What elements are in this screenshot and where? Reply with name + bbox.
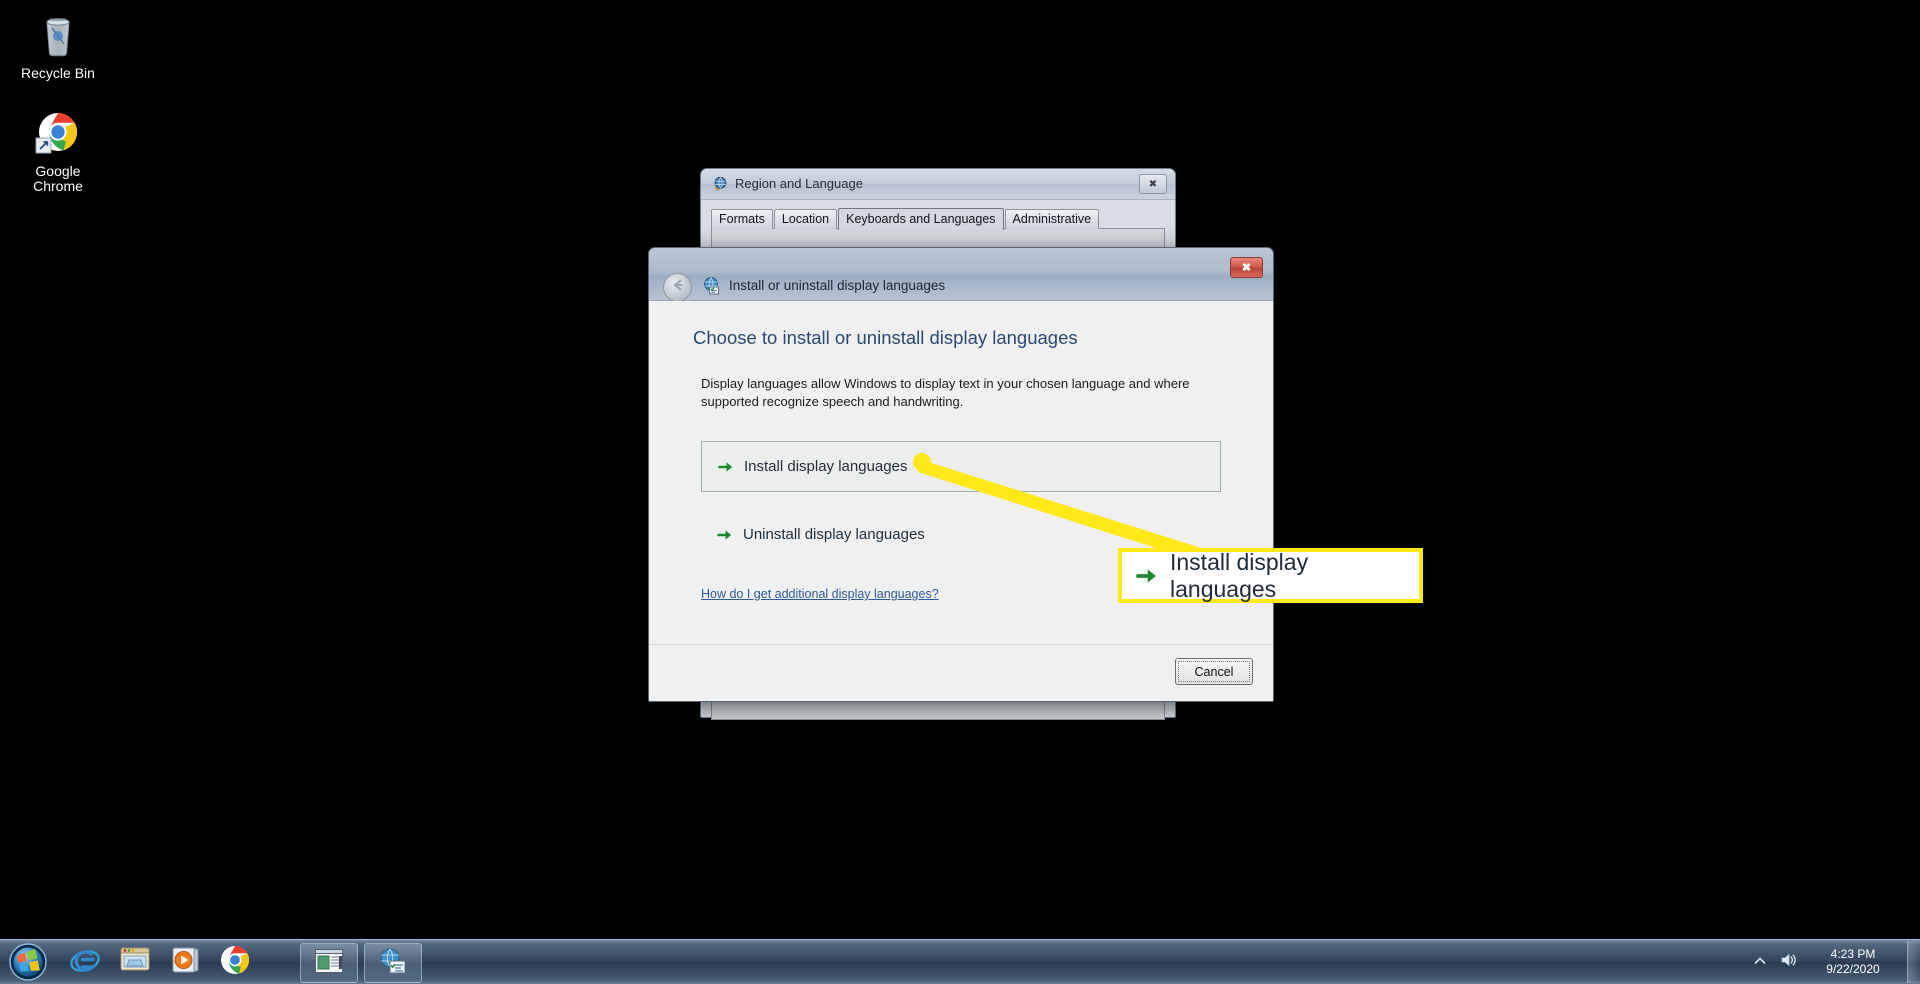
green-arrow-icon	[1136, 565, 1158, 587]
windows-media-player-icon	[170, 945, 200, 980]
dialog-description: Display languages allow Windows to displ…	[701, 376, 1190, 409]
desktop-icon-label: Recycle Bin	[21, 65, 95, 81]
show-desktop-button[interactable]	[1907, 941, 1920, 983]
dialog-footer: Cancel	[649, 644, 1273, 701]
uninstall-display-languages-option[interactable]: Uninstall display languages	[701, 526, 1229, 543]
system-tray: 4:23 PM 9/22/2020	[1747, 940, 1920, 984]
taskbar-internet-explorer[interactable]	[62, 944, 108, 980]
region-window-title: Region and Language	[735, 176, 863, 191]
back-button[interactable]	[663, 273, 692, 302]
taskbar: 4:23 PM 9/22/2020	[0, 939, 1920, 984]
cancel-button-label: Cancel	[1194, 664, 1234, 679]
chevron-up-icon	[1754, 953, 1766, 971]
taskbar-windows-media-player[interactable]	[162, 944, 208, 980]
close-icon: ✖	[1241, 262, 1252, 274]
back-arrow-icon	[670, 277, 686, 298]
globe-icon	[713, 176, 729, 192]
region-tabs: Formats Location Keyboards and Languages…	[711, 208, 1165, 230]
recycle-bin-icon	[34, 10, 82, 60]
taskbar-windows-explorer[interactable]	[112, 944, 158, 980]
annotation-callout-label: Install display languages	[1170, 548, 1309, 602]
close-icon: ✖	[1148, 178, 1158, 190]
google-chrome-icon	[34, 108, 82, 158]
annotation-callout: Install display languages	[1118, 548, 1423, 603]
tab-administrative[interactable]: Administrative	[1004, 209, 1100, 229]
dialog-close-button[interactable]: ✖	[1230, 257, 1263, 278]
green-arrow-icon	[718, 459, 734, 475]
taskbar-window-region-language[interactable]	[364, 943, 422, 983]
dialog-header-title: Install or uninstall display languages	[729, 278, 946, 293]
cancel-button[interactable]: Cancel	[1175, 658, 1253, 685]
start-button[interactable]	[2, 941, 54, 983]
tab-keyboards-and-languages[interactable]: Keyboards and Languages	[838, 208, 1004, 230]
taskbar-window-explorer[interactable]	[300, 943, 358, 983]
windows-explorer-icon	[119, 945, 151, 980]
dialog-header: Install or uninstall display languages ✖	[649, 248, 1273, 302]
region-window-titlebar[interactable]: Region and Language ✖	[701, 169, 1175, 200]
speaker-icon	[1780, 952, 1798, 973]
dialog-heading: Choose to install or uninstall display l…	[693, 327, 1078, 348]
install-display-languages-option[interactable]: Install display languages	[701, 441, 1221, 492]
tab-formats[interactable]: Formats	[711, 209, 773, 229]
clock-time: 4:23 PM	[1830, 947, 1876, 961]
google-chrome-icon	[219, 944, 251, 981]
tab-location[interactable]: Location	[773, 209, 838, 229]
window-button-region-language-icon	[378, 947, 408, 980]
show-hidden-icons-button[interactable]	[1747, 940, 1773, 984]
desktop-icon-label: Google Chrome	[33, 163, 83, 194]
install-uninstall-display-languages-dialog[interactable]: Install or uninstall display languages ✖…	[648, 247, 1274, 702]
window-button-explorer-icon	[314, 948, 344, 979]
clock[interactable]: 4:23 PM 9/22/2020	[1805, 947, 1901, 977]
install-display-languages-label: Install display languages	[744, 458, 908, 475]
region-window-close-button[interactable]: ✖	[1139, 174, 1167, 194]
desktop-icon-google-chrome[interactable]: Google Chrome	[8, 108, 108, 194]
desktop-icon-recycle-bin[interactable]: Recycle Bin	[8, 10, 108, 81]
taskbar-google-chrome[interactable]	[212, 944, 258, 980]
uninstall-display-languages-label: Uninstall display languages	[743, 526, 925, 543]
green-arrow-icon	[717, 527, 733, 543]
internet-explorer-icon	[69, 944, 101, 981]
additional-display-languages-link[interactable]: How do I get additional display language…	[701, 587, 939, 601]
clock-date: 9/22/2020	[1826, 962, 1880, 976]
language-globe-icon	[702, 276, 722, 296]
volume-button[interactable]	[1773, 940, 1805, 984]
